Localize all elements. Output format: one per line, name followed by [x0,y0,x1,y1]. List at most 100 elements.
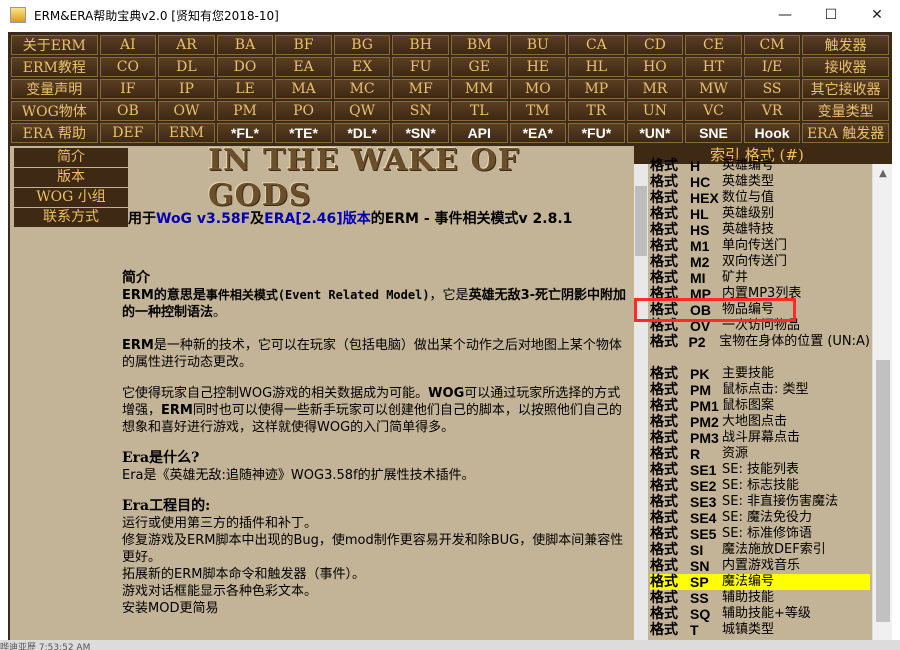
toolbar-button[interactable]: 变量类型 [802,101,889,121]
index-list-item[interactable]: 格式 SP 魔法编号 [650,574,870,590]
toolbar-button[interactable]: MO [509,79,567,99]
index-list-item[interactable]: 格式 HC 英雄类型 [650,174,870,190]
index-list-item[interactable]: 格式 PM2 大地图点击 [650,414,870,430]
index-list-item[interactable]: 格式 PK 主要技能 [650,366,870,382]
toolbar-button[interactable]: CM [743,35,801,55]
index-list-item[interactable]: 格式 SE1 SE: 技能列表 [650,462,870,478]
index-list-item[interactable]: 格式 SE4 SE: 魔法免役力 [650,510,870,526]
toolbar-button[interactable]: MW [685,79,742,99]
nav-item-version[interactable]: 版本 [14,168,128,187]
toolbar-button[interactable]: MP [568,79,625,99]
index-scrollbar[interactable]: ▲ [872,164,892,640]
toolbar-button[interactable]: QW [333,101,391,121]
toolbar-button[interactable]: CE [685,35,742,55]
toolbar-button[interactable]: HO [626,57,684,77]
index-list-item[interactable]: 格式 HS 英雄特技 [650,222,870,238]
toolbar-button[interactable]: ERM [158,123,215,143]
toolbar-button[interactable]: CO [99,57,157,77]
toolbar-button[interactable]: TL [450,101,508,121]
toolbar-button[interactable]: *FL* [216,123,274,143]
index-scrollbar-thumb[interactable] [876,360,890,622]
index-list-item[interactable]: 格式 SN 内置游戏音乐 [650,558,870,574]
scroll-up-icon[interactable]: ▲ [873,164,893,182]
close-button[interactable]: ✕ [854,0,900,30]
toolbar-button[interactable]: 其它接收器 [802,79,889,99]
toolbar-button[interactable]: MA [275,79,332,99]
index-list-item[interactable]: 格式 PM3 战斗屏幕点击 [650,430,870,446]
toolbar-button[interactable]: *TE* [275,123,332,143]
content-scrollbar[interactable] [634,164,648,640]
content-scrollbar-thumb[interactable] [635,186,647,256]
toolbar-button[interactable]: ERA 触发器 [802,123,889,143]
nav-item-wog-team[interactable]: WOG 小组 [14,188,128,207]
toolbar-button[interactable]: OW [158,101,215,121]
toolbar-button[interactable]: I/E [743,57,801,77]
toolbar-button[interactable]: *UN* [626,123,684,143]
toolbar-button[interactable]: Hook [743,123,801,143]
toolbar-button[interactable]: AR [158,35,215,55]
toolbar-button[interactable]: HL [568,57,625,77]
toolbar-button[interactable]: CA [568,35,625,55]
toolbar-button[interactable]: BU [509,35,567,55]
toolbar-button[interactable]: IP [158,79,215,99]
toolbar-button[interactable]: LE [216,79,274,99]
toolbar-button[interactable]: GE [450,57,508,77]
index-list-item[interactable]: 格式 M1 单向传送门 [650,238,870,254]
minimize-button[interactable]: — [762,0,808,30]
toolbar-button[interactable]: MR [626,79,684,99]
toolbar-button[interactable]: PO [275,101,332,121]
toolbar-button[interactable]: CD [626,35,684,55]
index-list-item[interactable]: 格式 HL 英雄级别 [650,206,870,222]
toolbar-button[interactable]: *DL* [333,123,391,143]
toolbar-button[interactable]: BA [216,35,274,55]
toolbar-button[interactable]: TM [509,101,567,121]
toolbar-button[interactable]: PM [216,101,274,121]
index-list-item[interactable]: 格式 T 城镇类型 [650,622,870,638]
toolbar-button[interactable]: *EA* [509,123,567,143]
toolbar-button[interactable]: 关于ERM [11,35,98,55]
toolbar-button[interactable]: MC [333,79,391,99]
toolbar-button[interactable]: WOG物体 [11,101,98,121]
index-list-item[interactable]: 格式 SE5 SE: 标准修饰语 [650,526,870,542]
toolbar-button[interactable]: SN [392,101,449,121]
index-list-item[interactable]: 格式 R 资源 [650,446,870,462]
toolbar-button[interactable]: BM [450,35,508,55]
toolbar-button[interactable]: FU [392,57,449,77]
toolbar-button[interactable]: SS [743,79,801,99]
toolbar-button[interactable]: ERM教程 [11,57,98,77]
heading-wog-link[interactable]: WoG v3.58F [156,211,250,227]
toolbar-button[interactable]: DEF [99,123,157,143]
heading-era-link[interactable]: ERA[2.46]版本 [264,211,371,227]
toolbar-button[interactable]: AI [99,35,157,55]
toolbar-button[interactable]: VC [685,101,742,121]
toolbar-button[interactable]: EA [275,57,332,77]
index-list-item[interactable]: 格式 SE3 SE: 非直接伤害魔法 [650,494,870,510]
toolbar-button[interactable]: 接收器 [802,57,889,77]
index-list-item[interactable]: 格式 M2 双向传送门 [650,254,870,270]
index-list-item[interactable]: 格式 P2 宝物在身体的位置 (UN:A) [650,334,870,366]
toolbar-button[interactable]: UN [626,101,684,121]
index-list-item[interactable]: 格式 PM1 鼠标图案 [650,398,870,414]
toolbar-button[interactable]: TR [568,101,625,121]
nav-item-contact[interactable]: 联系方式 [14,208,128,227]
toolbar-button[interactable]: SNE [685,123,742,143]
toolbar-button[interactable]: *SN* [392,123,449,143]
toolbar-button[interactable]: VR [743,101,801,121]
toolbar-button[interactable]: 触发器 [802,35,889,55]
toolbar-button[interactable]: ERA 帮助 [11,123,98,143]
toolbar-button[interactable]: BH [392,35,449,55]
toolbar-button[interactable]: *FU* [568,123,625,143]
toolbar-button[interactable]: MM [450,79,508,99]
index-list-item[interactable]: 格式 HEX 数位与值 [650,190,870,206]
toolbar-button[interactable]: API [450,123,508,143]
nav-item-intro[interactable]: 简介 [14,148,128,167]
index-list-item[interactable]: 格式 H 英雄编号 [650,158,870,174]
maximize-button[interactable]: ☐ [808,0,854,30]
toolbar-button[interactable]: DO [216,57,274,77]
index-list-item[interactable]: 格式 SQ 辅助技能+等级 [650,606,870,622]
toolbar-button[interactable]: BG [333,35,391,55]
index-list-item[interactable]: 格式 SE2 SE: 标志技能 [650,478,870,494]
toolbar-button[interactable]: MF [392,79,449,99]
toolbar-button[interactable]: EX [333,57,391,77]
toolbar-button[interactable]: 变量声明 [11,79,98,99]
